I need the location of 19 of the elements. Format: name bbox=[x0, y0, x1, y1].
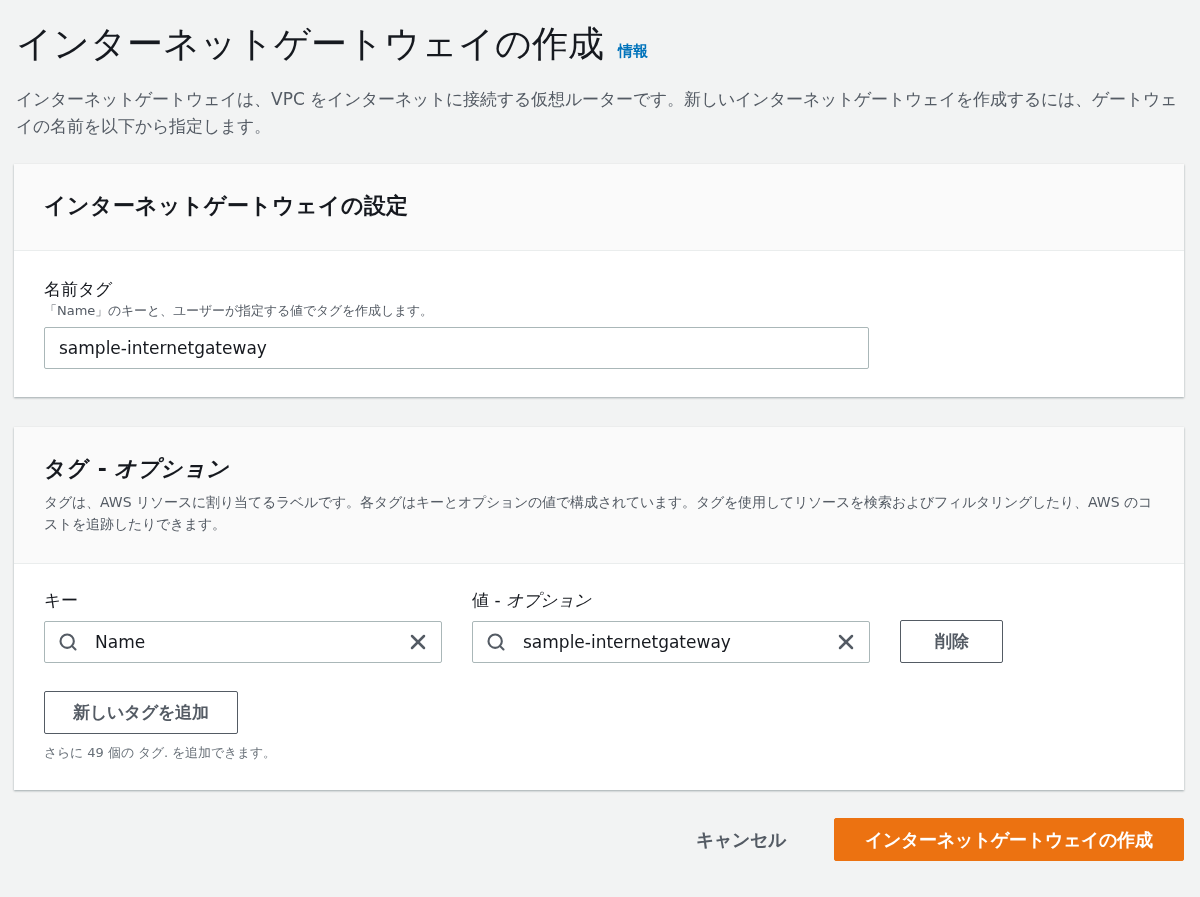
card-title: タグ - オプション bbox=[44, 455, 231, 483]
info-link[interactable]: 情報 bbox=[618, 42, 648, 61]
card-description: タグは、AWS リソースに割り当てるラベルです。各タグはキーとオプションの値で構成されています。タグを使用してリソースを検索およびフィルタリングしたり、AWS のコストを追跡したりできます。 bbox=[44, 493, 1153, 534]
page-title: インターネットゲートウェイの作成 bbox=[16, 22, 604, 66]
value-field[interactable]: sample-internetgateway bbox=[472, 620, 870, 663]
add-tag-button[interactable]: 新しいタグを追加 bbox=[44, 691, 238, 734]
card-title: インターネットゲートウェイの設定 bbox=[44, 192, 409, 220]
remove-button[interactable]: 削除 bbox=[900, 620, 1003, 663]
field-label: 名前タグ bbox=[44, 278, 113, 301]
search-icon bbox=[58, 631, 78, 652]
remaining-tags-note: さらに 49 個の タグ. を追加できます。 bbox=[44, 744, 278, 762]
page-description: インターネットゲートウェイは、VPC をインターネットに接続する仮想ルーターです。新しいインターネットゲートウェイを作成するには、ゲートウェイの名前を以下から指定します。 bbox=[16, 88, 1179, 138]
cancel-button[interactable]: キャンセル bbox=[692, 819, 790, 860]
key-field[interactable]: Name bbox=[44, 620, 442, 663]
search-icon bbox=[486, 631, 506, 652]
field-hint: 「Name」のキーと、ユーザーが指定する値でタグを作成します。 bbox=[44, 302, 435, 320]
value-label: 値 - オプション bbox=[472, 589, 593, 612]
key-label: キー bbox=[44, 589, 79, 612]
name-tag-input[interactable]: sample-internetgateway bbox=[44, 327, 869, 369]
